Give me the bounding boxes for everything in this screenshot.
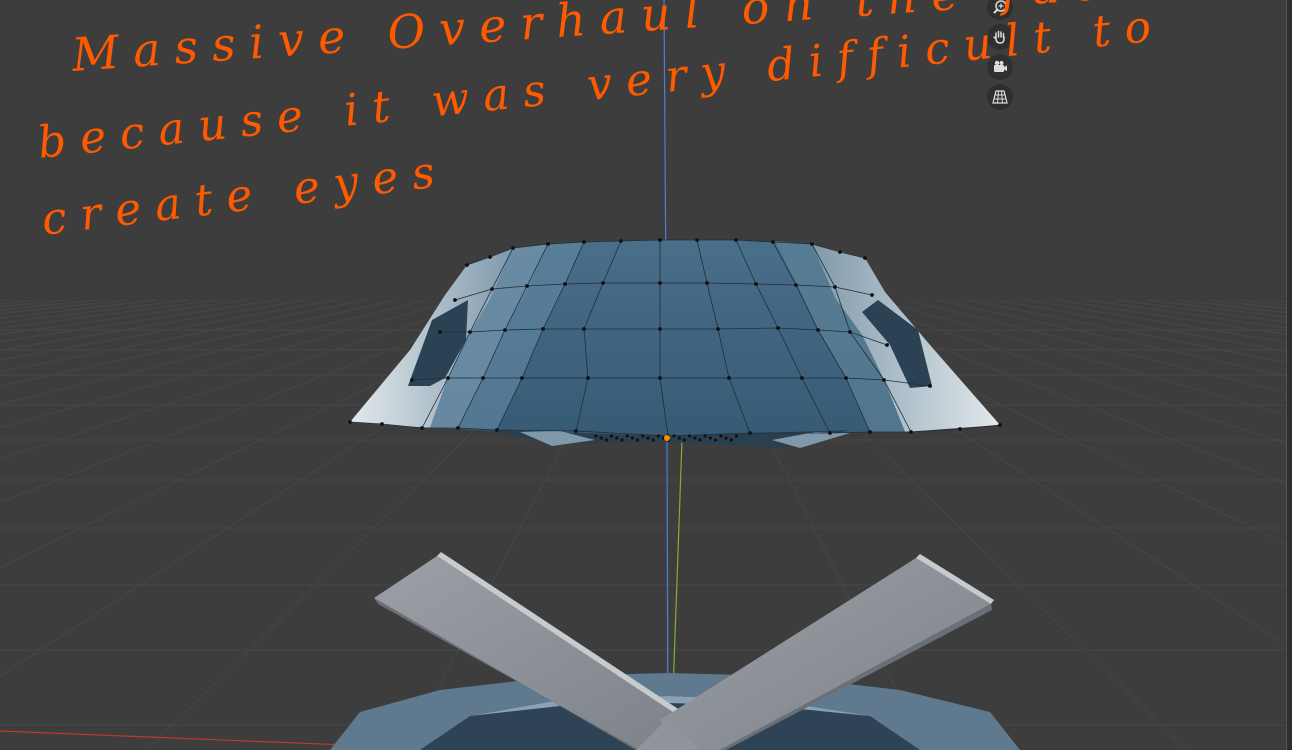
grid-ortho-icon[interactable] [987, 84, 1013, 110]
3d-viewport[interactable]: Massive Overhaul on the face because it … [0, 0, 1292, 750]
viewport-edge [1286, 0, 1292, 750]
origin-point[interactable] [664, 435, 670, 441]
face-mesh[interactable] [348, 238, 1002, 448]
